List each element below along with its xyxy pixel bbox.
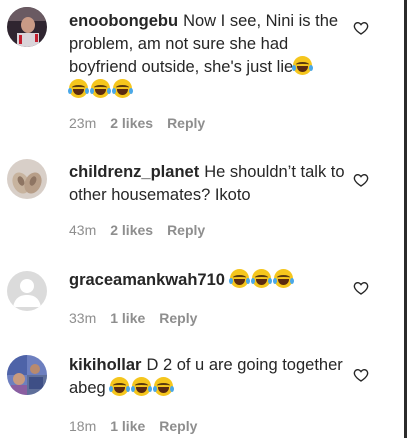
- face-with-tears-of-joy-icon: [228, 269, 250, 288]
- comment-text: childrenz_planet He shouldn’t talk to oth…: [69, 161, 346, 207]
- reply-button[interactable]: Reply: [159, 418, 197, 434]
- heart-outline-icon[interactable]: [353, 20, 369, 36]
- comment-time: 18m: [69, 418, 97, 434]
- avatar[interactable]: [7, 7, 47, 47]
- comment-time: 33m: [69, 310, 97, 326]
- comment-time: 43m: [69, 222, 97, 238]
- likes-count[interactable]: 2 likes: [110, 115, 153, 131]
- face-with-tears-of-joy-icon: [131, 377, 153, 396]
- face-with-tears-of-joy-icon: [272, 269, 294, 288]
- heart-outline-icon[interactable]: [353, 280, 369, 296]
- comment-item: graceamankwah710 33m 1 like Reply: [0, 250, 404, 340]
- reply-button[interactable]: Reply: [167, 115, 205, 131]
- avatar[interactable]: [7, 355, 47, 395]
- face-with-tears-of-joy-icon: [68, 79, 89, 98]
- likes-count[interactable]: 2 likes: [110, 222, 153, 238]
- comment-username[interactable]: kikihollar: [69, 356, 141, 374]
- comment-meta: 43m 2 likes Reply: [69, 222, 219, 238]
- face-with-tears-of-joy-icon: [112, 79, 133, 98]
- reply-button[interactable]: Reply: [167, 222, 205, 238]
- likes-count[interactable]: 1 like: [110, 310, 145, 326]
- face-with-tears-of-joy-icon: [250, 269, 272, 288]
- comment-item: enoobongebu Now I see, Nini is the proble…: [0, 0, 404, 140]
- avatar[interactable]: [7, 159, 47, 199]
- heart-outline-icon[interactable]: [353, 172, 369, 188]
- comment-item: kikihollar D 2 of u are going together ab…: [0, 340, 404, 438]
- likes-count[interactable]: 1 like: [110, 418, 145, 434]
- heart-outline-icon[interactable]: [353, 367, 369, 383]
- comment-username[interactable]: graceamankwah710: [69, 271, 225, 289]
- comment-username[interactable]: enoobongebu: [69, 12, 178, 30]
- comment-text: enoobongebu Now I see, Nini is the proble…: [68, 10, 346, 102]
- comment-meta: 23m 2 likes Reply: [69, 115, 219, 131]
- comment-time: 23m: [69, 115, 97, 131]
- face-with-tears-of-joy-icon: [292, 56, 314, 75]
- comment-meta: 33m 1 like Reply: [69, 310, 211, 326]
- avatar[interactable]: [7, 271, 47, 311]
- comment-username[interactable]: childrenz_planet: [69, 163, 199, 181]
- reply-button[interactable]: Reply: [159, 310, 197, 326]
- face-with-tears-of-joy-icon: [153, 377, 175, 396]
- face-with-tears-of-joy-icon: [109, 377, 131, 396]
- comment-item: childrenz_planet He shouldn’t talk to oth…: [0, 140, 404, 250]
- comment-text: kikihollar D 2 of u are going together ab…: [69, 354, 346, 400]
- face-with-tears-of-joy-icon: [90, 79, 111, 98]
- comment-meta: 18m 1 like Reply: [69, 418, 211, 434]
- comment-text: graceamankwah710: [69, 269, 346, 292]
